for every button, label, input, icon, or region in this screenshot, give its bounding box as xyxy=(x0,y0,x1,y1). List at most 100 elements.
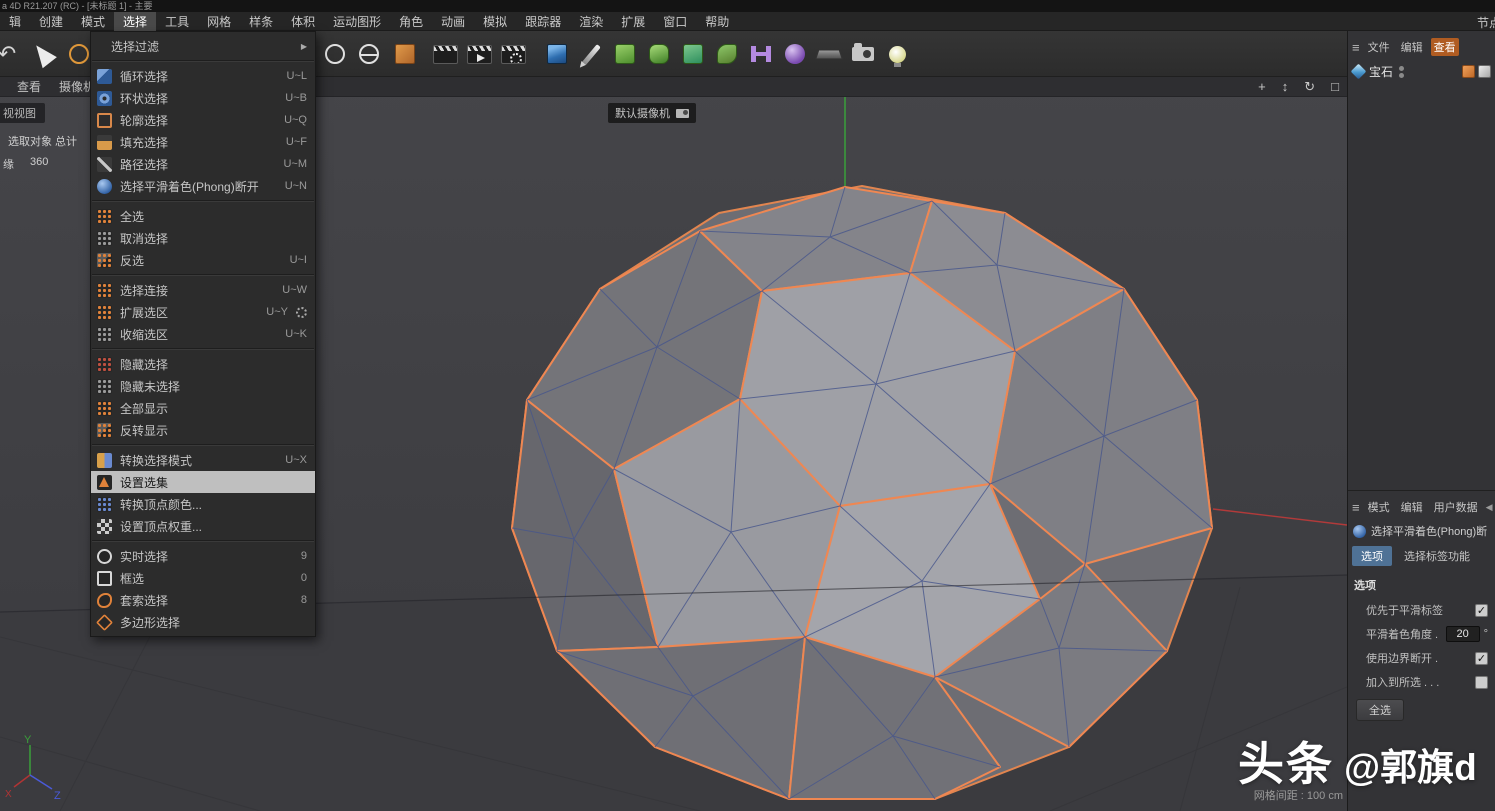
menu-item-hide-selected[interactable]: 隐藏选择 xyxy=(91,353,315,375)
viewport-menu-view[interactable]: 查看 xyxy=(8,78,50,95)
menu-window[interactable]: 窗口 xyxy=(654,12,696,31)
render-picture-viewer-button[interactable] xyxy=(462,35,496,73)
menu-item-invert-visibility[interactable]: 反转显示 xyxy=(91,419,315,441)
menu-mograph[interactable]: 运动图形 xyxy=(324,12,390,31)
menu-item-live-selection[interactable]: 实时选择 9 xyxy=(91,545,315,567)
edge-break-checkbox[interactable]: ✓ xyxy=(1475,652,1488,665)
menu-item-path-selection[interactable]: 路径选择 U~M xyxy=(91,153,315,175)
attribute-menu-edit[interactable]: 编辑 xyxy=(1398,498,1426,516)
menu-item-deselect-all[interactable]: 取消选择 xyxy=(91,227,315,249)
convert-selection-icon xyxy=(97,453,112,468)
view-label: 视视图 xyxy=(0,103,45,123)
menu-item-convert-selection-mode[interactable]: 转换选择模式 U~X xyxy=(91,449,315,471)
add-to-selection-checkbox[interactable] xyxy=(1475,676,1488,689)
menu-item-select-connected[interactable]: 选择连接 U~W xyxy=(91,279,315,301)
menu-item-grow-selection[interactable]: 扩展选区 U~Y xyxy=(91,301,315,323)
render-view-button[interactable] xyxy=(428,35,462,73)
history-back-icon[interactable]: ◀ xyxy=(1486,502,1493,513)
menu-item-select-all[interactable]: 全选 xyxy=(91,205,315,227)
shrink-selection-icon xyxy=(97,327,112,342)
live-selection-icon xyxy=(69,44,89,64)
select-all-button[interactable]: 全选 xyxy=(1356,699,1404,721)
menu-extensions[interactable]: 扩展 xyxy=(612,12,654,31)
menu-item-select-filter[interactable]: 选择过滤 ▶ xyxy=(91,35,315,57)
menu-item-lasso-selection[interactable]: 套索选择 8 xyxy=(91,589,315,611)
menu-item-ring-selection[interactable]: 环状选择 U~B xyxy=(91,87,315,109)
menu-select[interactable]: 选择 xyxy=(114,12,156,31)
menu-tools[interactable]: 工具 xyxy=(156,12,198,31)
deformer-button[interactable] xyxy=(744,35,778,73)
menu-item-shrink-selection[interactable]: 收缩选区 U~K xyxy=(91,323,315,345)
menu-item-loop-selection[interactable]: 循环选择 U~L xyxy=(91,65,315,87)
selection-tag-icon[interactable] xyxy=(1478,65,1491,78)
subdivision-surface-button[interactable] xyxy=(608,35,642,73)
menu-item-invert-selection[interactable]: 反选 U~I xyxy=(91,249,315,271)
menu-item-phong-break-selection[interactable]: 选择平滑着色(Phong)断开 U~N xyxy=(91,175,315,197)
generator-button[interactable] xyxy=(642,35,676,73)
menu-animate[interactable]: 动画 xyxy=(432,12,474,31)
maximize-icon[interactable]: □ xyxy=(1331,79,1339,95)
menu-mesh[interactable]: 网格 xyxy=(198,12,240,31)
coordinate-globe-button[interactable] xyxy=(352,35,386,73)
menu-edit[interactable]: 辑 xyxy=(0,12,30,31)
loop-selection-icon xyxy=(97,69,112,84)
menu-item-set-vertex-weight[interactable]: 设置顶点权重... xyxy=(91,515,315,537)
render-settings-button[interactable] xyxy=(496,35,530,73)
rotate-tool-button[interactable] xyxy=(318,35,352,73)
right-panel: ≡ 文件 编辑 查看 宝石 ≡ 模式 编辑 用户数据 ◀ 选择平滑着色(Phon… xyxy=(1347,31,1495,811)
gem-polyhedron-object[interactable] xyxy=(512,186,1212,799)
menu-help[interactable]: 帮助 xyxy=(696,12,738,31)
menu-mode[interactable]: 模式 xyxy=(72,12,114,31)
render-play-icon xyxy=(467,45,492,64)
menu-spline[interactable]: 样条 xyxy=(240,12,282,31)
attribute-menu-userdata[interactable]: 用户数据 xyxy=(1431,498,1481,516)
pan-icon[interactable]: + xyxy=(1258,79,1266,95)
menu-create[interactable]: 创建 xyxy=(30,12,72,31)
menu-simulate[interactable]: 模拟 xyxy=(474,12,516,31)
camera-button[interactable] xyxy=(846,35,880,73)
coordinate-system-button[interactable] xyxy=(388,35,422,73)
attribute-menu-mode[interactable]: 模式 xyxy=(1365,498,1393,516)
select-tool-button[interactable] xyxy=(26,35,60,73)
visibility-toggle-icon[interactable] xyxy=(1399,66,1404,78)
menu-item-outline-selection[interactable]: 轮廓选择 U~Q xyxy=(91,109,315,131)
menu-item-polygon-selection[interactable]: 多边形选择 xyxy=(91,611,315,633)
menu-volume[interactable]: 体积 xyxy=(282,12,324,31)
object-row-gem[interactable]: 宝石 xyxy=(1348,58,1495,85)
menu-tracker[interactable]: 跟踪器 xyxy=(516,12,570,31)
undo-button[interactable]: ↶ xyxy=(0,35,24,73)
settings-gear-icon[interactable] xyxy=(296,307,307,318)
volume-button[interactable] xyxy=(676,35,710,73)
mograph-button[interactable] xyxy=(710,35,744,73)
angle-input[interactable]: 20 xyxy=(1446,626,1480,642)
zoom-icon[interactable]: ↕ xyxy=(1282,79,1289,95)
light-button[interactable] xyxy=(880,35,914,73)
menu-nodes[interactable]: 节点 xyxy=(1477,14,1495,31)
tab-options[interactable]: 选项 xyxy=(1352,546,1392,566)
object-manager-menu-view[interactable]: 查看 xyxy=(1431,38,1459,56)
floor-button[interactable] xyxy=(812,35,846,73)
orbit-icon[interactable]: ↻ xyxy=(1304,79,1315,95)
menu-item-set-selection[interactable]: 设置选集 xyxy=(91,471,315,493)
menu-item-show-all[interactable]: 全部显示 xyxy=(91,397,315,419)
menu-render[interactable]: 渲染 xyxy=(570,12,612,31)
menu-item-rectangle-selection[interactable]: 框选 0 xyxy=(91,567,315,589)
hamburger-icon[interactable]: ≡ xyxy=(1352,500,1360,515)
menu-character[interactable]: 角色 xyxy=(390,12,432,31)
menu-item-hide-unselected[interactable]: 隐藏未选择 xyxy=(91,375,315,397)
menu-item-fill-selection[interactable]: 填充选择 U~F xyxy=(91,131,315,153)
phong-priority-checkbox[interactable]: ✓ xyxy=(1475,604,1488,617)
object-manager-header: ≡ 文件 编辑 查看 xyxy=(1348,36,1495,58)
tab-selection-tag[interactable]: 选择标签功能 xyxy=(1395,546,1479,566)
gem-object-icon xyxy=(1351,64,1367,80)
attr-row-angle: 平滑着色角度 . 20 ° xyxy=(1348,622,1495,646)
field-button[interactable] xyxy=(778,35,812,73)
phong-tag-icon[interactable] xyxy=(1462,65,1475,78)
add-cube-button[interactable] xyxy=(540,35,574,73)
object-manager-menu-file[interactable]: 文件 xyxy=(1365,38,1393,56)
menu-item-convert-vertex-color[interactable]: 转换顶点颜色... xyxy=(91,493,315,515)
hamburger-icon[interactable]: ≡ xyxy=(1352,40,1360,55)
object-manager-menu-edit[interactable]: 编辑 xyxy=(1398,38,1426,56)
spline-pen-button[interactable] xyxy=(574,35,608,73)
camera-label[interactable]: 默认摄像机 xyxy=(608,103,696,123)
